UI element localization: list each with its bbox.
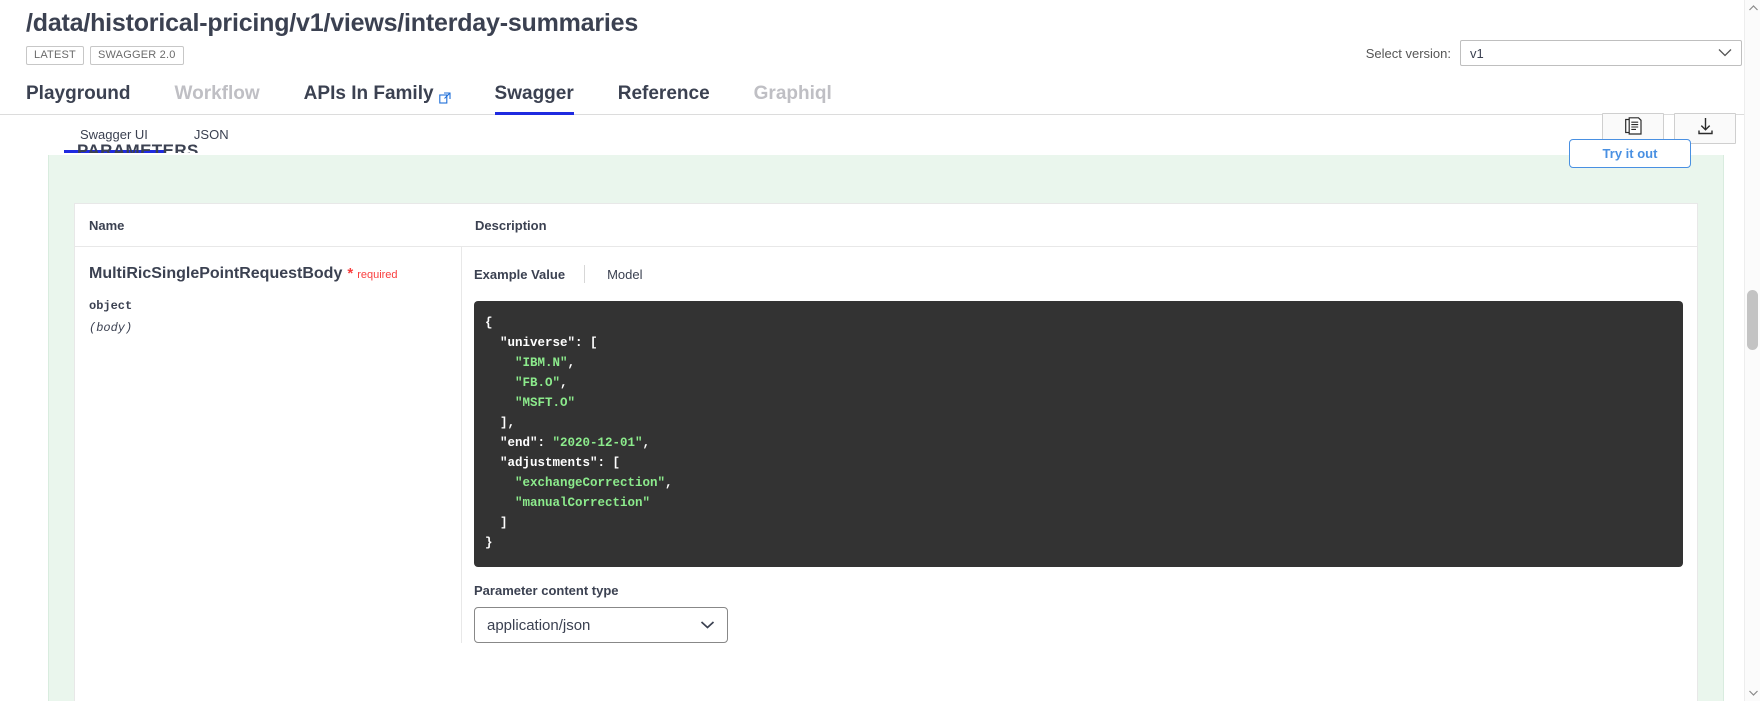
code-token-punc: , [567,356,576,370]
code-token-str: "exchangeCorrection" [485,476,666,490]
code-token-str: "MSFT.O" [485,396,576,410]
code-token-punc: , [665,476,673,490]
code-token-key: "universe" [485,336,576,350]
tab-apis-in-family[interactable]: APIs In Family [304,83,451,114]
code-token-key: "adjustments" [485,456,598,470]
code-line: "adjustments": [ [474,453,1683,473]
chevron-down-icon [700,617,715,634]
code-line: "manualCorrection" [474,493,1683,513]
version-selector[interactable]: Select version: v1 [1366,40,1742,66]
subtab-json[interactable]: JSON [194,127,229,153]
tab-swagger-label: Swagger [494,83,574,104]
code-token-punc: { [485,316,493,330]
subtab-swagger-ui-label: Swagger UI [80,127,148,142]
code-line: { [474,313,1683,333]
tab-graphiql[interactable]: Graphiql [754,83,832,114]
subtab-json-label: JSON [193,127,229,142]
code-token-str: "2020-12-01" [552,436,643,450]
parameters-table: Name Description MultiRicSinglePointRequ… [74,203,1698,701]
code-line: "end": "2020-12-01", [474,433,1683,453]
code-token-punc: : [ [575,336,598,350]
code-token-punc: , [642,436,651,450]
tab-divider [584,265,586,283]
table-row: MultiRicSinglePointRequestBody * required … [75,247,1697,643]
code-token-str: "FB.O" [485,376,561,390]
code-token-punc: ], [485,416,516,430]
scroll-up-arrow-icon[interactable] [1745,0,1760,16]
parameters-panel: PARAMETERS Try it out Name Description M… [48,139,1724,701]
column-header-description: Description [475,217,547,233]
code-line: "exchangeCorrection", [474,473,1683,493]
version-value: v1 [1470,45,1484,61]
tab-example-value[interactable]: Example Value [474,267,565,282]
try-it-out-button[interactable]: Try it out [1569,139,1691,168]
content-type-value: application/json [487,616,591,634]
code-line: "FB.O", [474,373,1683,393]
page-scrollbar[interactable] [1744,0,1760,701]
required-asterisk: * [347,265,354,282]
code-line: ] [474,513,1683,533]
parameter-type: object [89,299,133,313]
example-value-code[interactable]: { "universe": [ "IBM.N", "FB.O", "MSFT.O… [474,301,1683,567]
tab-workflow[interactable]: Workflow [175,83,260,114]
code-line: ], [474,413,1683,433]
parameter-name-line: MultiRicSinglePointRequestBody * required [89,263,447,285]
tab-playground[interactable]: Playground [26,83,131,114]
parameters-heading: PARAMETERS [77,141,199,153]
parameter-location: (body) [89,321,133,335]
tab-model[interactable]: Model [607,267,642,282]
page-title: /data/historical-pricing/v1/views/interd… [26,9,639,37]
code-token-punc: } [485,536,493,550]
parameter-description-cell: Example Value Model { "universe": [ "IBM… [461,247,1697,643]
code-line: "MSFT.O" [474,393,1683,413]
sub-tab-list: Swagger UI JSON [0,115,1760,153]
copy-icon [1624,116,1642,141]
version-label: Select version: [1365,45,1451,61]
badge-swagger-version: SWAGGER 2.0 [89,46,184,65]
external-link-icon [438,88,451,104]
parameter-name-cell: MultiRicSinglePointRequestBody * required … [75,247,461,643]
code-line: } [474,533,1683,553]
code-token-punc: : [ [597,456,621,470]
content-type-dropdown[interactable]: application/json [474,607,728,643]
required-label: required [357,269,398,281]
code-line: "universe": [ [474,333,1683,353]
code-token-punc: ] [485,516,508,530]
code-line: "IBM.N", [474,353,1683,373]
code-token-str: "manualCorrection" [485,496,651,510]
code-token-str: "IBM.N" [485,356,568,370]
tab-graphiql-label: Graphiql [753,83,832,104]
version-dropdown[interactable]: v1 [1460,40,1742,66]
tab-apis-in-family-label: APIs In Family [303,83,434,104]
chevron-down-icon [1718,46,1732,61]
tab-playground-label: Playground [26,83,131,104]
download-icon [1696,117,1715,141]
scroll-down-arrow-icon[interactable] [1745,685,1760,701]
code-token-key: "end" [485,436,538,450]
column-header-name: Name [89,217,125,233]
tab-reference-label: Reference [617,83,710,104]
tab-reference[interactable]: Reference [618,83,710,114]
table-header-row: Name Description [75,204,1697,247]
scrollbar-thumb[interactable] [1747,290,1758,350]
example-model-tabs: Example Value Model [474,265,1697,283]
swagger-api-page: /data/historical-pricing/v1/views/interd… [0,0,1760,701]
code-token-punc: , [560,376,568,390]
content-type-label: Parameter content type [474,583,619,598]
tab-workflow-label: Workflow [174,83,260,104]
code-token-punc: : [537,436,553,450]
parameter-name: MultiRicSinglePointRequestBody [89,265,343,282]
badge-latest: LATEST [26,46,84,65]
main-tab-bar: Playground Workflow APIs In Family Swagg… [0,77,1760,115]
tab-swagger[interactable]: Swagger [494,83,574,115]
